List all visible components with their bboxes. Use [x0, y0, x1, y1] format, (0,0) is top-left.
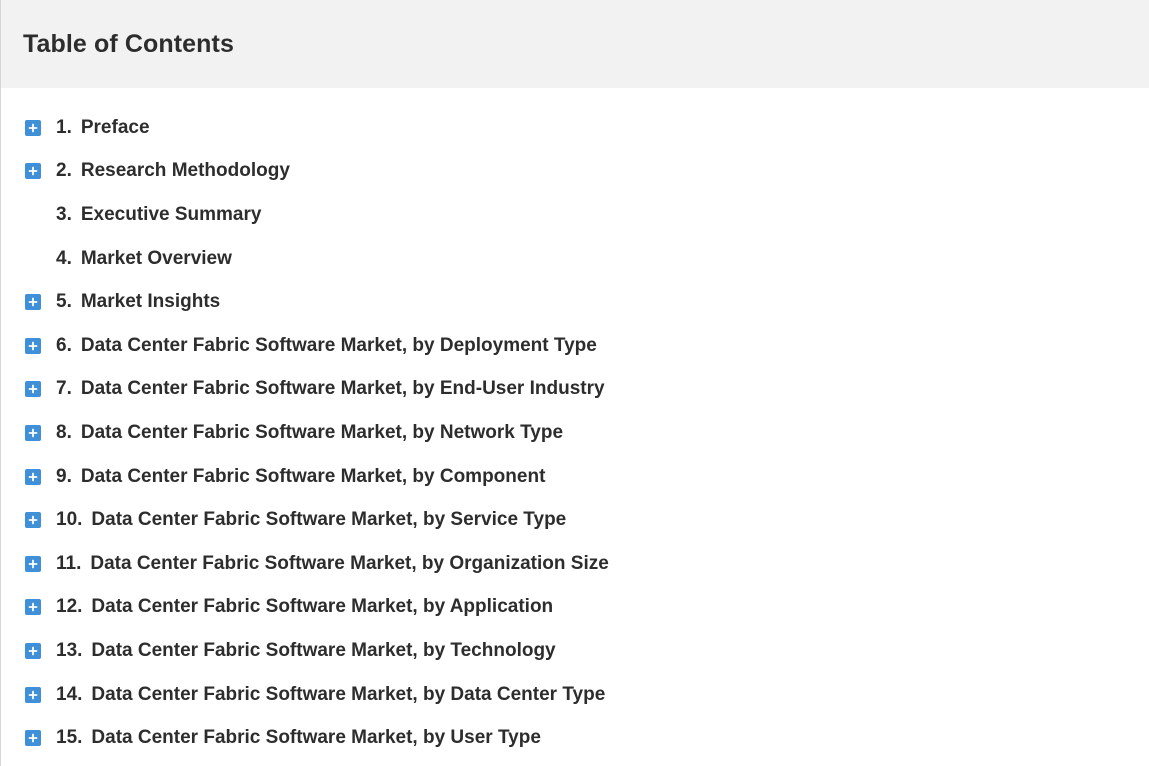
toc-item-label[interactable]: Data Center Fabric Software Market, by C…	[81, 466, 546, 488]
expand-button[interactable]	[25, 599, 41, 616]
plus-icon	[28, 515, 38, 525]
toc-item[interactable]: 5. Market Insights	[1, 280, 1149, 324]
toc-item-label[interactable]: Data Center Fabric Software Market, by O…	[90, 553, 608, 575]
toc-item-number: 9.	[56, 465, 72, 487]
expand-button[interactable]	[25, 686, 41, 703]
toc-item-label[interactable]: Data Center Fabric Software Market, by U…	[91, 727, 540, 749]
toc-item[interactable]: 9. Data Center Fabric Software Market, b…	[1, 455, 1149, 499]
toc-item-number: 7.	[56, 378, 72, 400]
toc-item-label[interactable]: Data Center Fabric Software Market, by E…	[81, 378, 605, 400]
toc-item[interactable]: 7. Data Center Fabric Software Market, b…	[1, 368, 1149, 412]
plus-icon	[28, 646, 38, 656]
toc-item[interactable]: 8. Data Center Fabric Software Market, b…	[1, 411, 1149, 455]
toc-item-label[interactable]: Data Center Fabric Software Market, by T…	[91, 640, 555, 662]
expand-button[interactable]	[25, 381, 41, 398]
toc-title: Table of Contents	[23, 29, 234, 58]
toc-item[interactable]: 12. Data Center Fabric Software Market, …	[1, 586, 1149, 630]
plus-icon	[28, 602, 38, 612]
toc-item[interactable]: 11. Data Center Fabric Software Market, …	[1, 542, 1149, 586]
plus-icon	[28, 123, 38, 133]
table-of-contents: Table of Contents 1. Preface 2. Research…	[0, 0, 1149, 766]
expand-button[interactable]	[25, 512, 41, 529]
toc-list: 1. Preface 2. Research Methodology 3. Ex…	[1, 106, 1149, 760]
expand-button[interactable]	[25, 424, 41, 441]
toc-item[interactable]: 15. Data Center Fabric Software Market, …	[1, 716, 1149, 760]
plus-icon	[28, 559, 38, 569]
expand-button[interactable]	[25, 468, 41, 485]
toc-item[interactable]: 4. Market Overview	[1, 237, 1149, 281]
toc-item-label[interactable]: Market Insights	[81, 291, 220, 313]
toc-item-number: 4.	[56, 247, 72, 269]
toc-item-number: 11.	[56, 552, 82, 574]
toc-item-number: 10.	[56, 509, 83, 531]
toc-item-number: 15.	[56, 727, 83, 749]
toc-item-label[interactable]: Data Center Fabric Software Market, by N…	[81, 422, 563, 444]
toc-item[interactable]: 6. Data Center Fabric Software Market, b…	[1, 324, 1149, 368]
plus-icon	[28, 166, 38, 176]
toc-item[interactable]: 13. Data Center Fabric Software Market, …	[1, 629, 1149, 673]
toc-item-number: 12.	[56, 596, 83, 618]
expand-button[interactable]	[25, 730, 41, 747]
toc-item-number: 2.	[56, 160, 72, 182]
toc-item-label[interactable]: Data Center Fabric Software Market, by A…	[91, 596, 553, 618]
expand-button[interactable]	[25, 337, 41, 354]
toc-item[interactable]: 3. Executive Summary	[1, 193, 1149, 237]
expand-button[interactable]	[25, 294, 41, 311]
plus-icon	[28, 428, 38, 438]
plus-icon	[28, 690, 38, 699]
toc-header: Table of Contents	[1, 0, 1149, 88]
toc-item-label[interactable]: Data Center Fabric Software Market, by S…	[91, 509, 566, 531]
plus-icon	[28, 297, 38, 307]
toc-item[interactable]: 10. Data Center Fabric Software Market, …	[1, 498, 1149, 542]
toc-item-label[interactable]: Executive Summary	[81, 204, 262, 226]
plus-icon	[28, 341, 38, 351]
toc-item-number: 5.	[56, 291, 72, 313]
plus-icon	[28, 384, 38, 394]
expand-button[interactable]	[25, 642, 41, 659]
expand-button[interactable]	[25, 119, 41, 136]
toc-item-number: 13.	[56, 639, 83, 661]
toc-item-number: 6.	[56, 334, 72, 356]
plus-icon	[28, 472, 38, 481]
toc-item-number: 3.	[56, 203, 72, 225]
toc-item-label[interactable]: Research Methodology	[81, 160, 290, 182]
toc-item[interactable]: 2. Research Methodology	[1, 150, 1149, 194]
toc-item-number: 1.	[56, 116, 72, 138]
toc-item-number: 14.	[56, 683, 83, 705]
toc-item-label[interactable]: Market Overview	[81, 248, 232, 270]
expand-button[interactable]	[25, 555, 41, 572]
plus-icon	[28, 733, 38, 743]
toc-item-label[interactable]: Data Center Fabric Software Market, by D…	[81, 335, 597, 357]
toc-item-number: 8.	[56, 421, 72, 443]
expand-button[interactable]	[25, 163, 41, 180]
toc-item-label[interactable]: Preface	[81, 117, 150, 139]
toc-item[interactable]: 14. Data Center Fabric Software Market, …	[1, 673, 1149, 717]
toc-item-label[interactable]: Data Center Fabric Software Market, by D…	[91, 684, 605, 706]
toc-item[interactable]: 1. Preface	[1, 106, 1149, 150]
